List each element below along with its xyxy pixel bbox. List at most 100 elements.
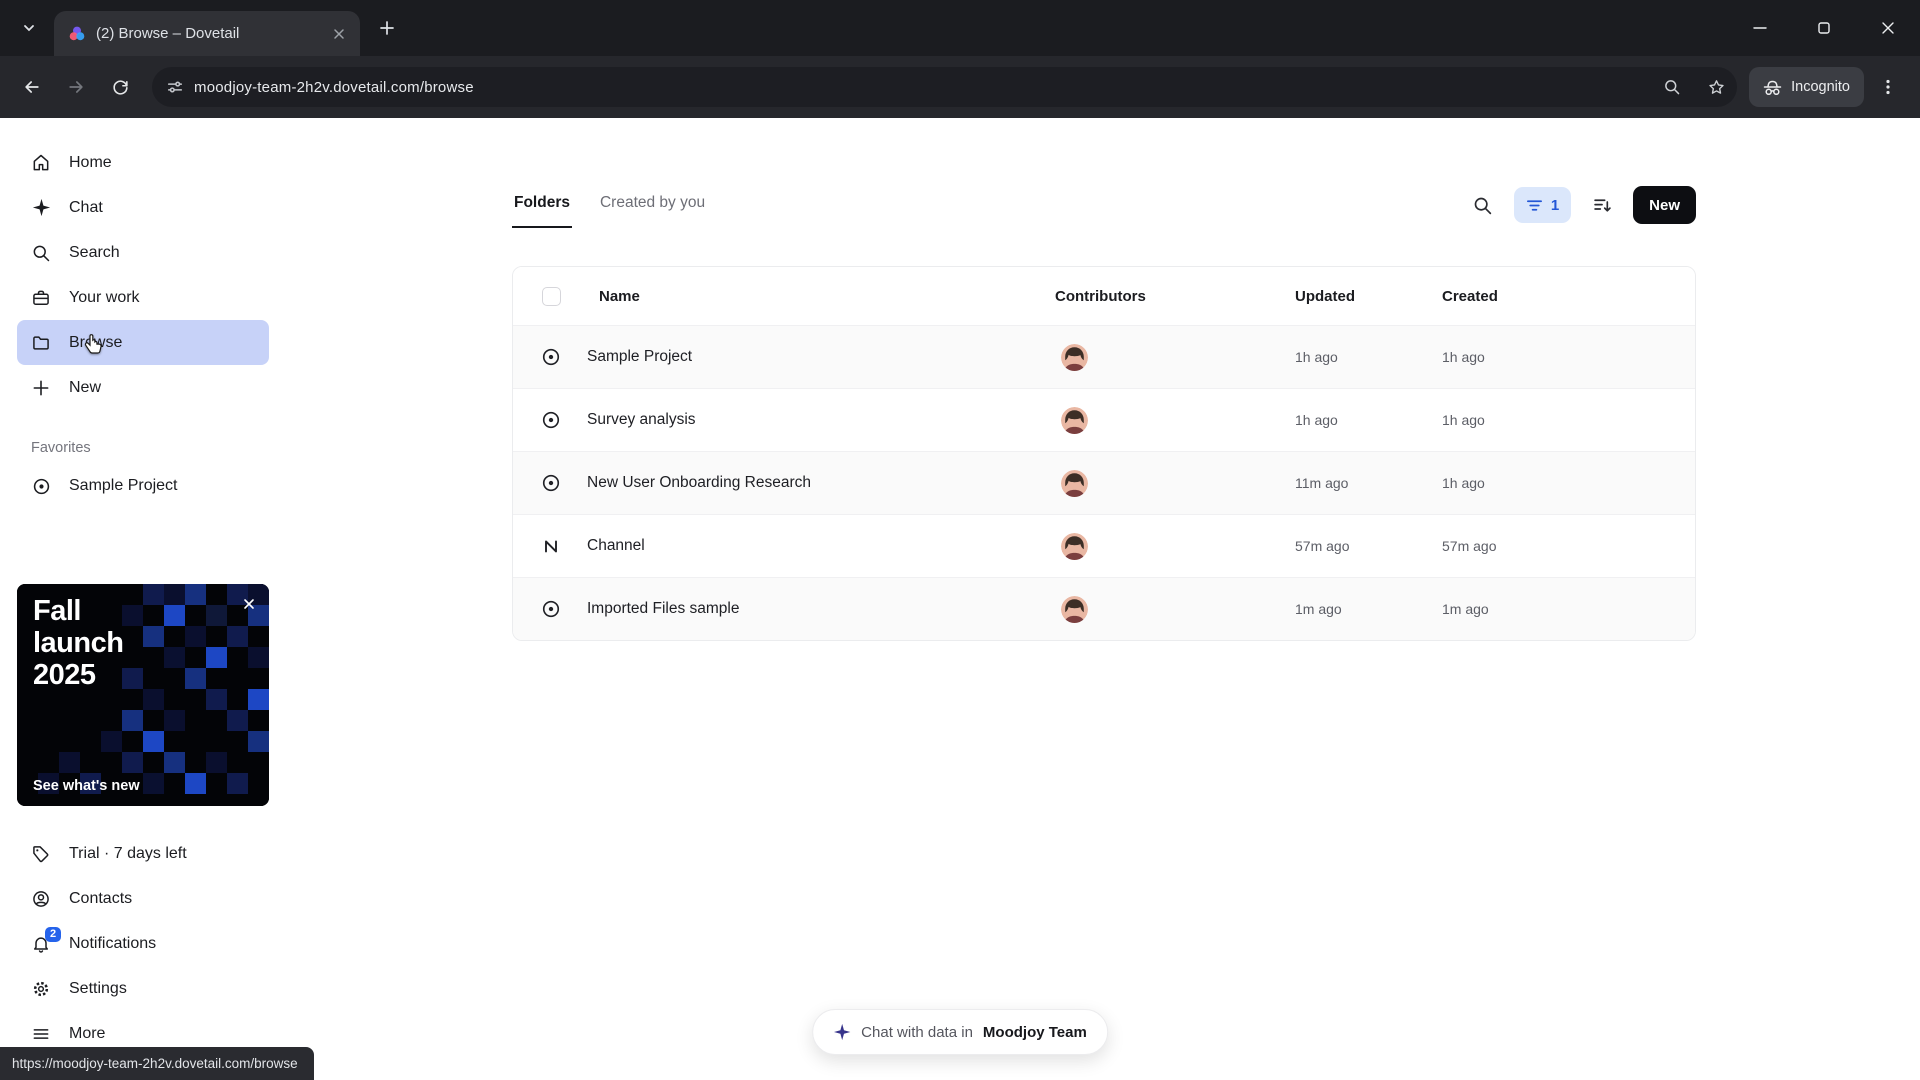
- briefcase-icon: [30, 288, 52, 308]
- browse-tabs: Folders Created by you: [512, 186, 707, 228]
- sidebar-item-label: Trial · 7 days left: [69, 844, 187, 862]
- sort-button[interactable]: [1585, 188, 1619, 222]
- row-name[interactable]: Sample Project: [575, 348, 1055, 366]
- column-header-updated[interactable]: Updated: [1295, 288, 1442, 305]
- browser-menu-icon[interactable]: [1868, 67, 1908, 107]
- tab-search-chevron-icon[interactable]: [12, 11, 46, 45]
- chat-pill-team-name: Moodjoy Team: [982, 1023, 1087, 1041]
- promo-close-icon[interactable]: [237, 592, 261, 616]
- sidebar: Home Chat Search Your work Browse New Fa…: [0, 118, 300, 1080]
- sidebar-item-label: Search: [69, 243, 120, 261]
- table-header-row: Name Contributors Updated Created: [513, 267, 1695, 325]
- sidebar-item-contacts[interactable]: Contacts: [17, 876, 269, 921]
- menu-icon: [30, 1024, 52, 1044]
- contributor-avatar: [1061, 343, 1088, 371]
- window-close-button[interactable]: [1856, 0, 1920, 56]
- url-text[interactable]: moodjoy-team-2h2v.dovetail.com/browse: [194, 79, 1645, 96]
- row-updated: 1h ago: [1295, 412, 1338, 428]
- sidebar-item-your-work[interactable]: Your work: [17, 275, 269, 320]
- reload-button[interactable]: [100, 67, 140, 107]
- row-created: 1h ago: [1442, 475, 1485, 491]
- plus-icon: [30, 378, 52, 398]
- row-contributors: [1055, 406, 1295, 434]
- back-button[interactable]: [12, 67, 52, 107]
- window-controls: [1728, 0, 1920, 56]
- filter-count: 1: [1550, 196, 1560, 214]
- promo-cta-link[interactable]: See what's new: [33, 778, 140, 794]
- contributor-avatar: [1061, 532, 1088, 560]
- select-all-checkbox[interactable]: [541, 286, 561, 306]
- new-project-button[interactable]: New: [1633, 186, 1696, 224]
- window-minimize-button[interactable]: [1728, 0, 1792, 56]
- contributor-avatar: [1061, 595, 1088, 623]
- contributor-avatar: [1061, 469, 1088, 497]
- sidebar-item-search[interactable]: Search: [17, 230, 269, 275]
- table-row[interactable]: New User Onboarding Research 11m ago 1h …: [513, 451, 1695, 514]
- notifications-count-badge: 2: [45, 926, 61, 942]
- table-row[interactable]: Sample Project 1h ago 1h ago: [513, 325, 1695, 388]
- sparkle-icon: [833, 1023, 851, 1041]
- browse-main: Folders Created by you 1 New Name Contri…: [512, 186, 1696, 641]
- sidebar-item-label: Browse: [69, 333, 123, 351]
- row-name[interactable]: Imported Files sample: [575, 600, 1055, 618]
- favorite-item-sample-project[interactable]: Sample Project: [17, 464, 269, 508]
- sidebar-item-notifications[interactable]: 2 Notifications: [17, 921, 269, 966]
- filter-icon: [1526, 197, 1543, 214]
- row-created: 1h ago: [1442, 349, 1485, 365]
- fall-launch-promo-card[interactable]: Fall launch 2025 See what's new: [17, 584, 269, 806]
- row-updated: 1m ago: [1295, 601, 1342, 617]
- sidebar-item-label: Contacts: [69, 889, 133, 907]
- gear-icon: [30, 979, 52, 999]
- dovetail-favicon-icon: [68, 25, 86, 43]
- favorite-item-label: Sample Project: [69, 477, 178, 494]
- tab-close-icon[interactable]: [326, 21, 352, 47]
- tag-icon: [30, 844, 52, 864]
- new-tab-button[interactable]: [370, 11, 404, 45]
- row-contributors: [1055, 343, 1295, 371]
- table-row[interactable]: Channel 57m ago 57m ago: [513, 514, 1695, 577]
- row-name[interactable]: Survey analysis: [575, 411, 1055, 429]
- sidebar-item-settings[interactable]: Settings: [17, 966, 269, 1011]
- tab-folders[interactable]: Folders: [512, 186, 572, 228]
- window-maximize-button[interactable]: [1792, 0, 1856, 56]
- browser-tab[interactable]: (2) Browse – Dovetail: [54, 11, 360, 56]
- incognito-icon: [1763, 79, 1782, 96]
- row-created: 57m ago: [1442, 538, 1497, 554]
- chat-pill-text: Chat with data in: [861, 1023, 973, 1041]
- column-header-contributors[interactable]: Contributors: [1055, 288, 1295, 305]
- forward-button[interactable]: [56, 67, 96, 107]
- sidebar-item-trial[interactable]: Trial · 7 days left: [17, 831, 269, 876]
- zoom-search-icon[interactable]: [1655, 70, 1689, 104]
- target-icon: [30, 477, 52, 496]
- sidebar-item-new[interactable]: New: [17, 365, 269, 410]
- sidebar-item-browse[interactable]: Browse: [17, 320, 269, 365]
- project-target-icon: [513, 347, 575, 367]
- search-button[interactable]: [1466, 188, 1500, 222]
- sidebar-item-chat[interactable]: Chat: [17, 185, 269, 230]
- row-name[interactable]: New User Onboarding Research: [575, 474, 1055, 492]
- filter-button[interactable]: 1: [1513, 187, 1572, 223]
- column-header-name[interactable]: Name: [575, 288, 1055, 305]
- sidebar-item-label: Notifications: [69, 934, 157, 952]
- row-name[interactable]: Channel: [575, 537, 1055, 555]
- sidebar-item-home[interactable]: Home: [17, 140, 269, 185]
- home-icon: [30, 153, 52, 173]
- row-updated: 11m ago: [1295, 475, 1349, 491]
- tab-created-by-you[interactable]: Created by you: [598, 186, 707, 228]
- search-icon: [30, 243, 52, 263]
- row-contributors: [1055, 532, 1295, 560]
- folder-icon: [30, 333, 52, 353]
- site-info-icon[interactable]: [166, 78, 184, 96]
- chat-with-data-button[interactable]: Chat with data in Moodjoy Team: [812, 1009, 1108, 1055]
- table-row[interactable]: Survey analysis 1h ago 1h ago: [513, 388, 1695, 451]
- project-target-icon: [513, 473, 575, 493]
- favorites-section-label: Favorites: [31, 440, 91, 456]
- contributor-avatar: [1061, 406, 1088, 434]
- bookmark-star-icon[interactable]: [1699, 70, 1733, 104]
- sidebar-item-label: Home: [69, 153, 112, 171]
- url-bar[interactable]: moodjoy-team-2h2v.dovetail.com/browse: [152, 67, 1738, 107]
- row-updated: 1h ago: [1295, 349, 1338, 365]
- column-header-created[interactable]: Created: [1442, 288, 1695, 305]
- table-row[interactable]: Imported Files sample 1m ago 1m ago: [513, 577, 1695, 640]
- project-target-icon: [513, 599, 575, 619]
